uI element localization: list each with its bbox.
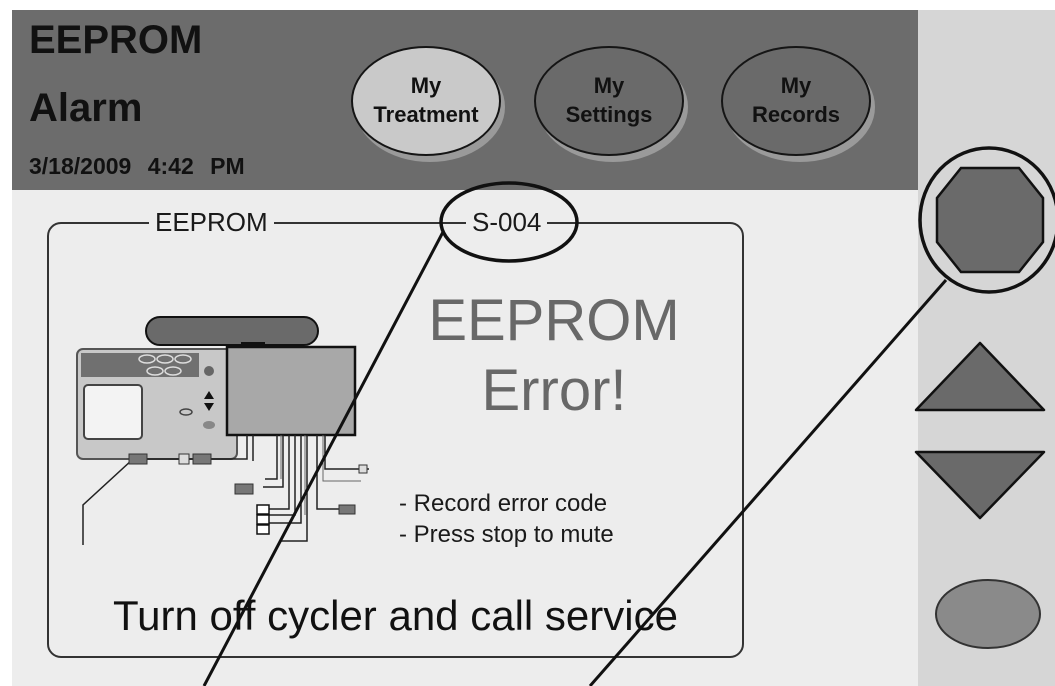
my-records-button[interactable]: My Records: [721, 46, 871, 156]
my-settings-label: My Settings: [565, 73, 653, 127]
error-code-label: S-004: [466, 208, 548, 237]
error-heading-line-2: Error!: [481, 357, 627, 423]
date-time: 3/18/2009 4:42 PM: [29, 153, 245, 180]
instruction-mute: - Press stop to mute: [399, 521, 614, 549]
my-treatment-label: My Treatment: [373, 73, 479, 127]
instructions: - Record error code - Press stop to mute: [399, 488, 614, 550]
my-settings-button[interactable]: My Settings: [534, 46, 684, 156]
service-message: Turn off cycler and call service: [113, 592, 678, 639]
cycler-screen-shape: [83, 384, 143, 440]
alarm-title-line-1: EEPROM: [29, 18, 203, 62]
error-heading: EEPROM Error!: [409, 286, 699, 425]
my-treatment-button[interactable]: My Treatment: [351, 46, 501, 156]
cassette-shape: [225, 345, 357, 437]
my-records-label: My Records: [751, 73, 841, 127]
error-heading-line-1: EEPROM: [428, 288, 680, 353]
alarm-title-line-2: Alarm: [29, 86, 143, 130]
header-bar: EEPROM Alarm 3/18/2009 4:42 PM My Treatm…: [12, 10, 918, 190]
alarm-panel: EEPROM S-004 EEPROM Error! - Record erro…: [47, 208, 744, 658]
side-button-panel: [918, 10, 1055, 686]
date: 3/18/2009: [29, 153, 132, 179]
time: 4:42 PM: [147, 153, 245, 179]
cassette-bar-shape: [145, 316, 319, 346]
instruction-record: - Record error code: [399, 490, 608, 517]
alarm-type-label: EEPROM: [149, 208, 274, 237]
device-screen: EEPROM Alarm 3/18/2009 4:42 PM My Treatm…: [12, 10, 1055, 686]
cycler-illustration: [76, 316, 369, 545]
